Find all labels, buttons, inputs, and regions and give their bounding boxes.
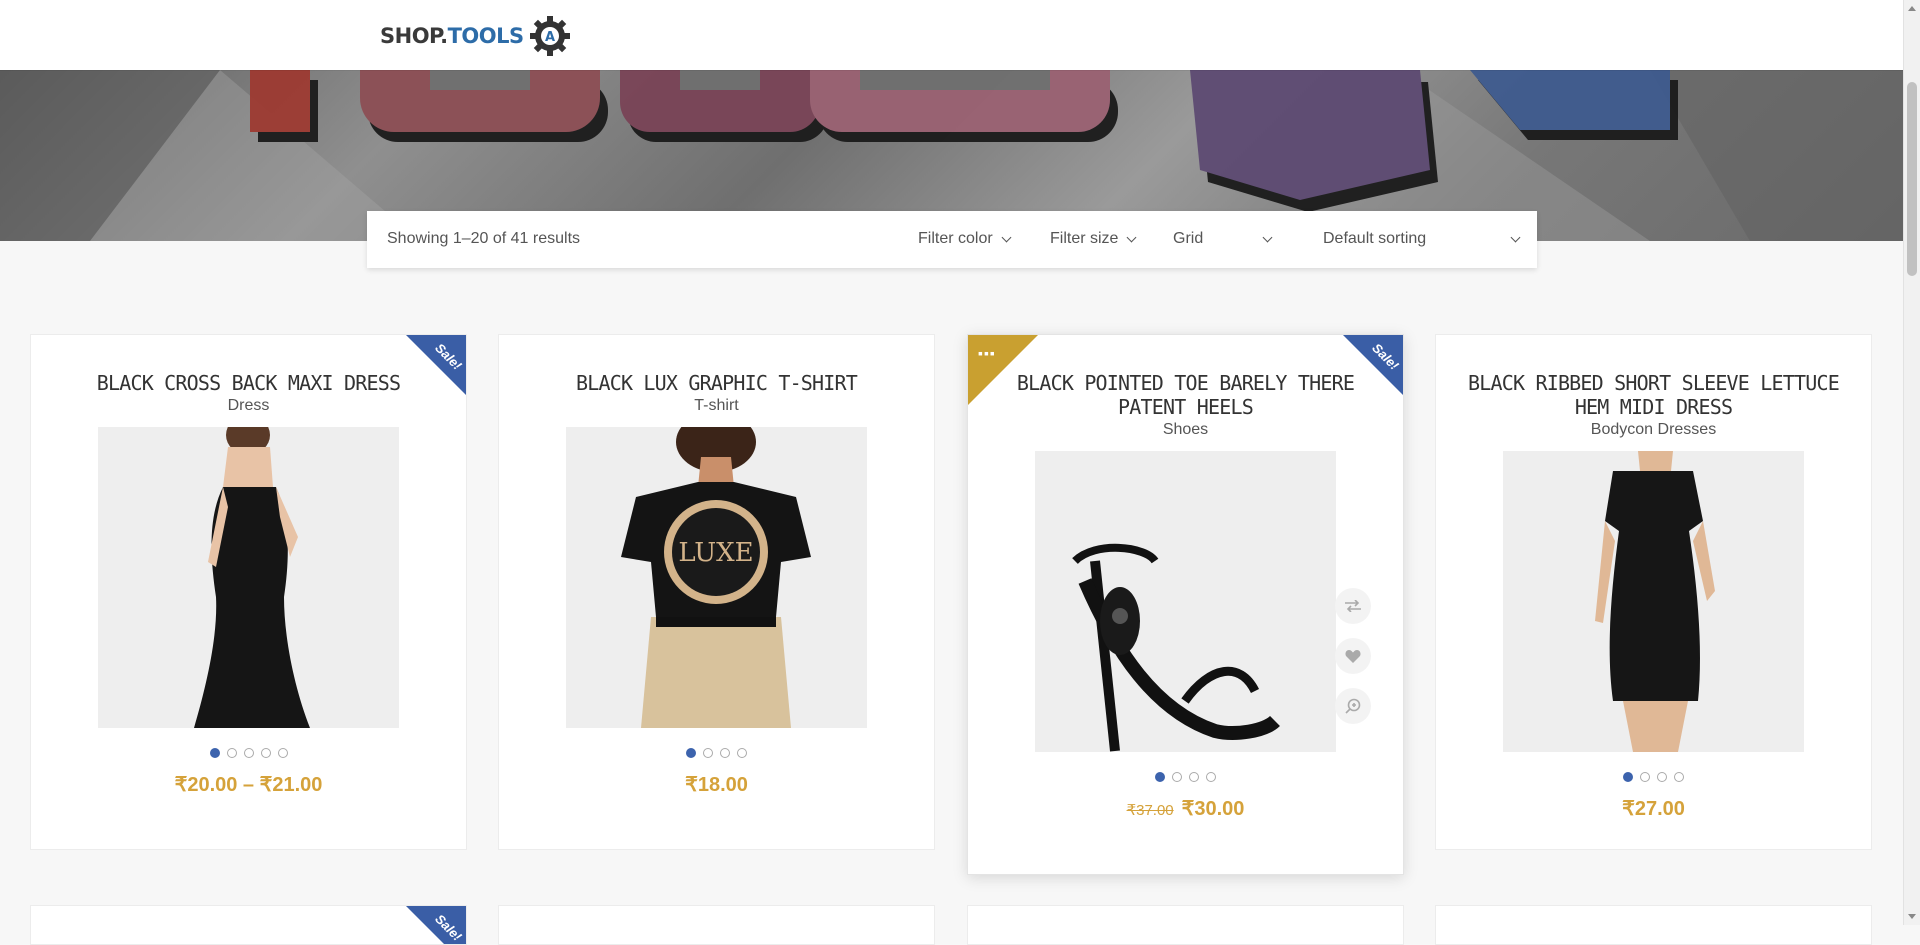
product-quick-actions (1335, 588, 1371, 724)
chevron-down-icon (1262, 232, 1273, 242)
quick-view-button[interactable] (1335, 688, 1371, 724)
filter-size-dropdown[interactable]: Filter size (1050, 230, 1137, 248)
carousel-dot[interactable] (260, 748, 271, 758)
chevron-down-icon (1127, 232, 1137, 242)
result-count: Showing 1–20 of 41 results (387, 230, 581, 247)
carousel-dot[interactable] (1172, 772, 1182, 782)
filter-size-label: Filter size (1050, 230, 1119, 247)
carousel-dot[interactable] (703, 748, 713, 758)
image-carousel-dots (499, 748, 934, 758)
sale-badge-label: Sale! (432, 340, 465, 373)
product-price: ₹20.00 – ₹21.00 (174, 774, 323, 796)
scroll-thumb[interactable] (1907, 82, 1917, 276)
midi-dress-image (1503, 451, 1804, 752)
product-image[interactable] (1503, 451, 1804, 752)
filter-color-label: Filter color (918, 230, 993, 247)
sale-badge: Sale! (406, 906, 466, 944)
zoom-icon (1345, 698, 1361, 714)
carousel-dot[interactable] (209, 748, 220, 758)
logo-text: SHOP.TOOLS (380, 24, 524, 48)
sale-price: ₹30.00 (1181, 798, 1245, 820)
scroll-up-arrow[interactable] (1908, 6, 1916, 11)
product-card[interactable] (498, 905, 935, 945)
gear-logo-icon: A (529, 16, 570, 56)
compare-button[interactable] (1335, 588, 1371, 624)
logo-text-shop: SHOP. (380, 24, 448, 48)
site-header: SHOP.TOOLS A (0, 0, 1903, 70)
product-price: ₹27.00 (1622, 798, 1685, 820)
tshirt-image: LUXE (566, 427, 867, 728)
sorting-dropdown[interactable]: Default sorting (1323, 230, 1521, 248)
image-carousel-dots (968, 772, 1403, 782)
carousel-dot[interactable] (686, 748, 696, 758)
sale-badge-label: Sale! (1369, 340, 1402, 373)
view-mode-label: Grid (1173, 230, 1204, 247)
carousel-dot[interactable] (226, 748, 237, 758)
image-carousel-dots (1436, 772, 1871, 782)
chevron-down-icon (1510, 232, 1521, 242)
carousel-dot[interactable] (737, 748, 747, 758)
sale-badge-label: Sale! (432, 911, 465, 944)
heart-icon (1345, 650, 1361, 663)
logo-text-tools: TOOLS (447, 24, 525, 48)
dress-image (98, 427, 399, 728)
featured-badge-label: ▪▪▪ (978, 345, 996, 361)
product-card[interactable]: Sale! BLACK CROSS BACK MAXI DRESS Dress … (30, 334, 467, 850)
carousel-dot[interactable] (1206, 772, 1216, 782)
carousel-dot[interactable] (1155, 772, 1165, 782)
view-mode-dropdown[interactable]: Grid (1173, 230, 1273, 248)
product-image[interactable]: LUXE (566, 427, 867, 728)
svg-text:A: A (545, 30, 555, 45)
product-card[interactable]: Sale! (30, 905, 467, 945)
svg-text:LUXE: LUXE (678, 538, 753, 568)
shop-toolbar: Showing 1–20 of 41 results Filter color … (367, 211, 1537, 268)
product-image[interactable] (1035, 451, 1336, 752)
filter-color-dropdown[interactable]: Filter color (918, 230, 1012, 248)
old-price: ₹37.00 (1126, 802, 1174, 819)
image-carousel-dots (31, 748, 466, 758)
carousel-dot[interactable] (1640, 772, 1650, 782)
compare-icon (1345, 600, 1361, 612)
carousel-dot[interactable] (1657, 772, 1667, 782)
site-logo[interactable]: SHOP.TOOLS A (380, 14, 572, 58)
product-card[interactable]: BLACK LUX GRAPHIC T-SHIRT T-shirt LUXE ₹… (498, 334, 935, 850)
product-card[interactable] (1435, 905, 1872, 945)
product-price: ₹37.00 ₹30.00 (968, 796, 1403, 821)
scroll-down-arrow[interactable] (1908, 914, 1916, 919)
product-category[interactable]: T-shirt (499, 397, 934, 415)
carousel-dot[interactable] (1623, 772, 1633, 782)
sale-badge: Sale! (406, 335, 466, 395)
product-card[interactable]: ▪▪▪ Sale! BLACK POINTED TOE BARELY THERE… (967, 334, 1404, 875)
product-title[interactable]: BLACK RIBBED SHORT SLEEVE LETTUCE HEM MI… (1436, 371, 1871, 419)
product-title[interactable]: BLACK CROSS BACK MAXI DRESS (31, 371, 466, 395)
product-price: ₹18.00 (685, 774, 748, 796)
product-card[interactable] (967, 905, 1404, 945)
product-category[interactable]: Dress (31, 397, 466, 415)
product-title[interactable]: BLACK LUX GRAPHIC T-SHIRT (499, 371, 934, 395)
carousel-dot[interactable] (1189, 772, 1199, 782)
carousel-dot[interactable] (277, 748, 288, 758)
product-card[interactable]: BLACK RIBBED SHORT SLEEVE LETTUCE HEM MI… (1435, 334, 1872, 850)
wishlist-button[interactable] (1335, 638, 1371, 674)
product-category[interactable]: Bodycon Dresses (1436, 421, 1871, 439)
page-scrollbar[interactable] (1903, 0, 1920, 925)
carousel-dot[interactable] (720, 748, 730, 758)
sorting-label: Default sorting (1323, 230, 1427, 247)
carousel-dot[interactable] (1674, 772, 1684, 782)
chevron-down-icon (1001, 232, 1012, 242)
sale-badge: Sale! (1343, 335, 1403, 395)
product-category[interactable]: Shoes (968, 421, 1403, 439)
heels-image (1035, 451, 1336, 752)
product-image[interactable] (98, 427, 399, 728)
featured-badge: ▪▪▪ (968, 335, 1038, 405)
carousel-dot[interactable] (243, 748, 254, 758)
